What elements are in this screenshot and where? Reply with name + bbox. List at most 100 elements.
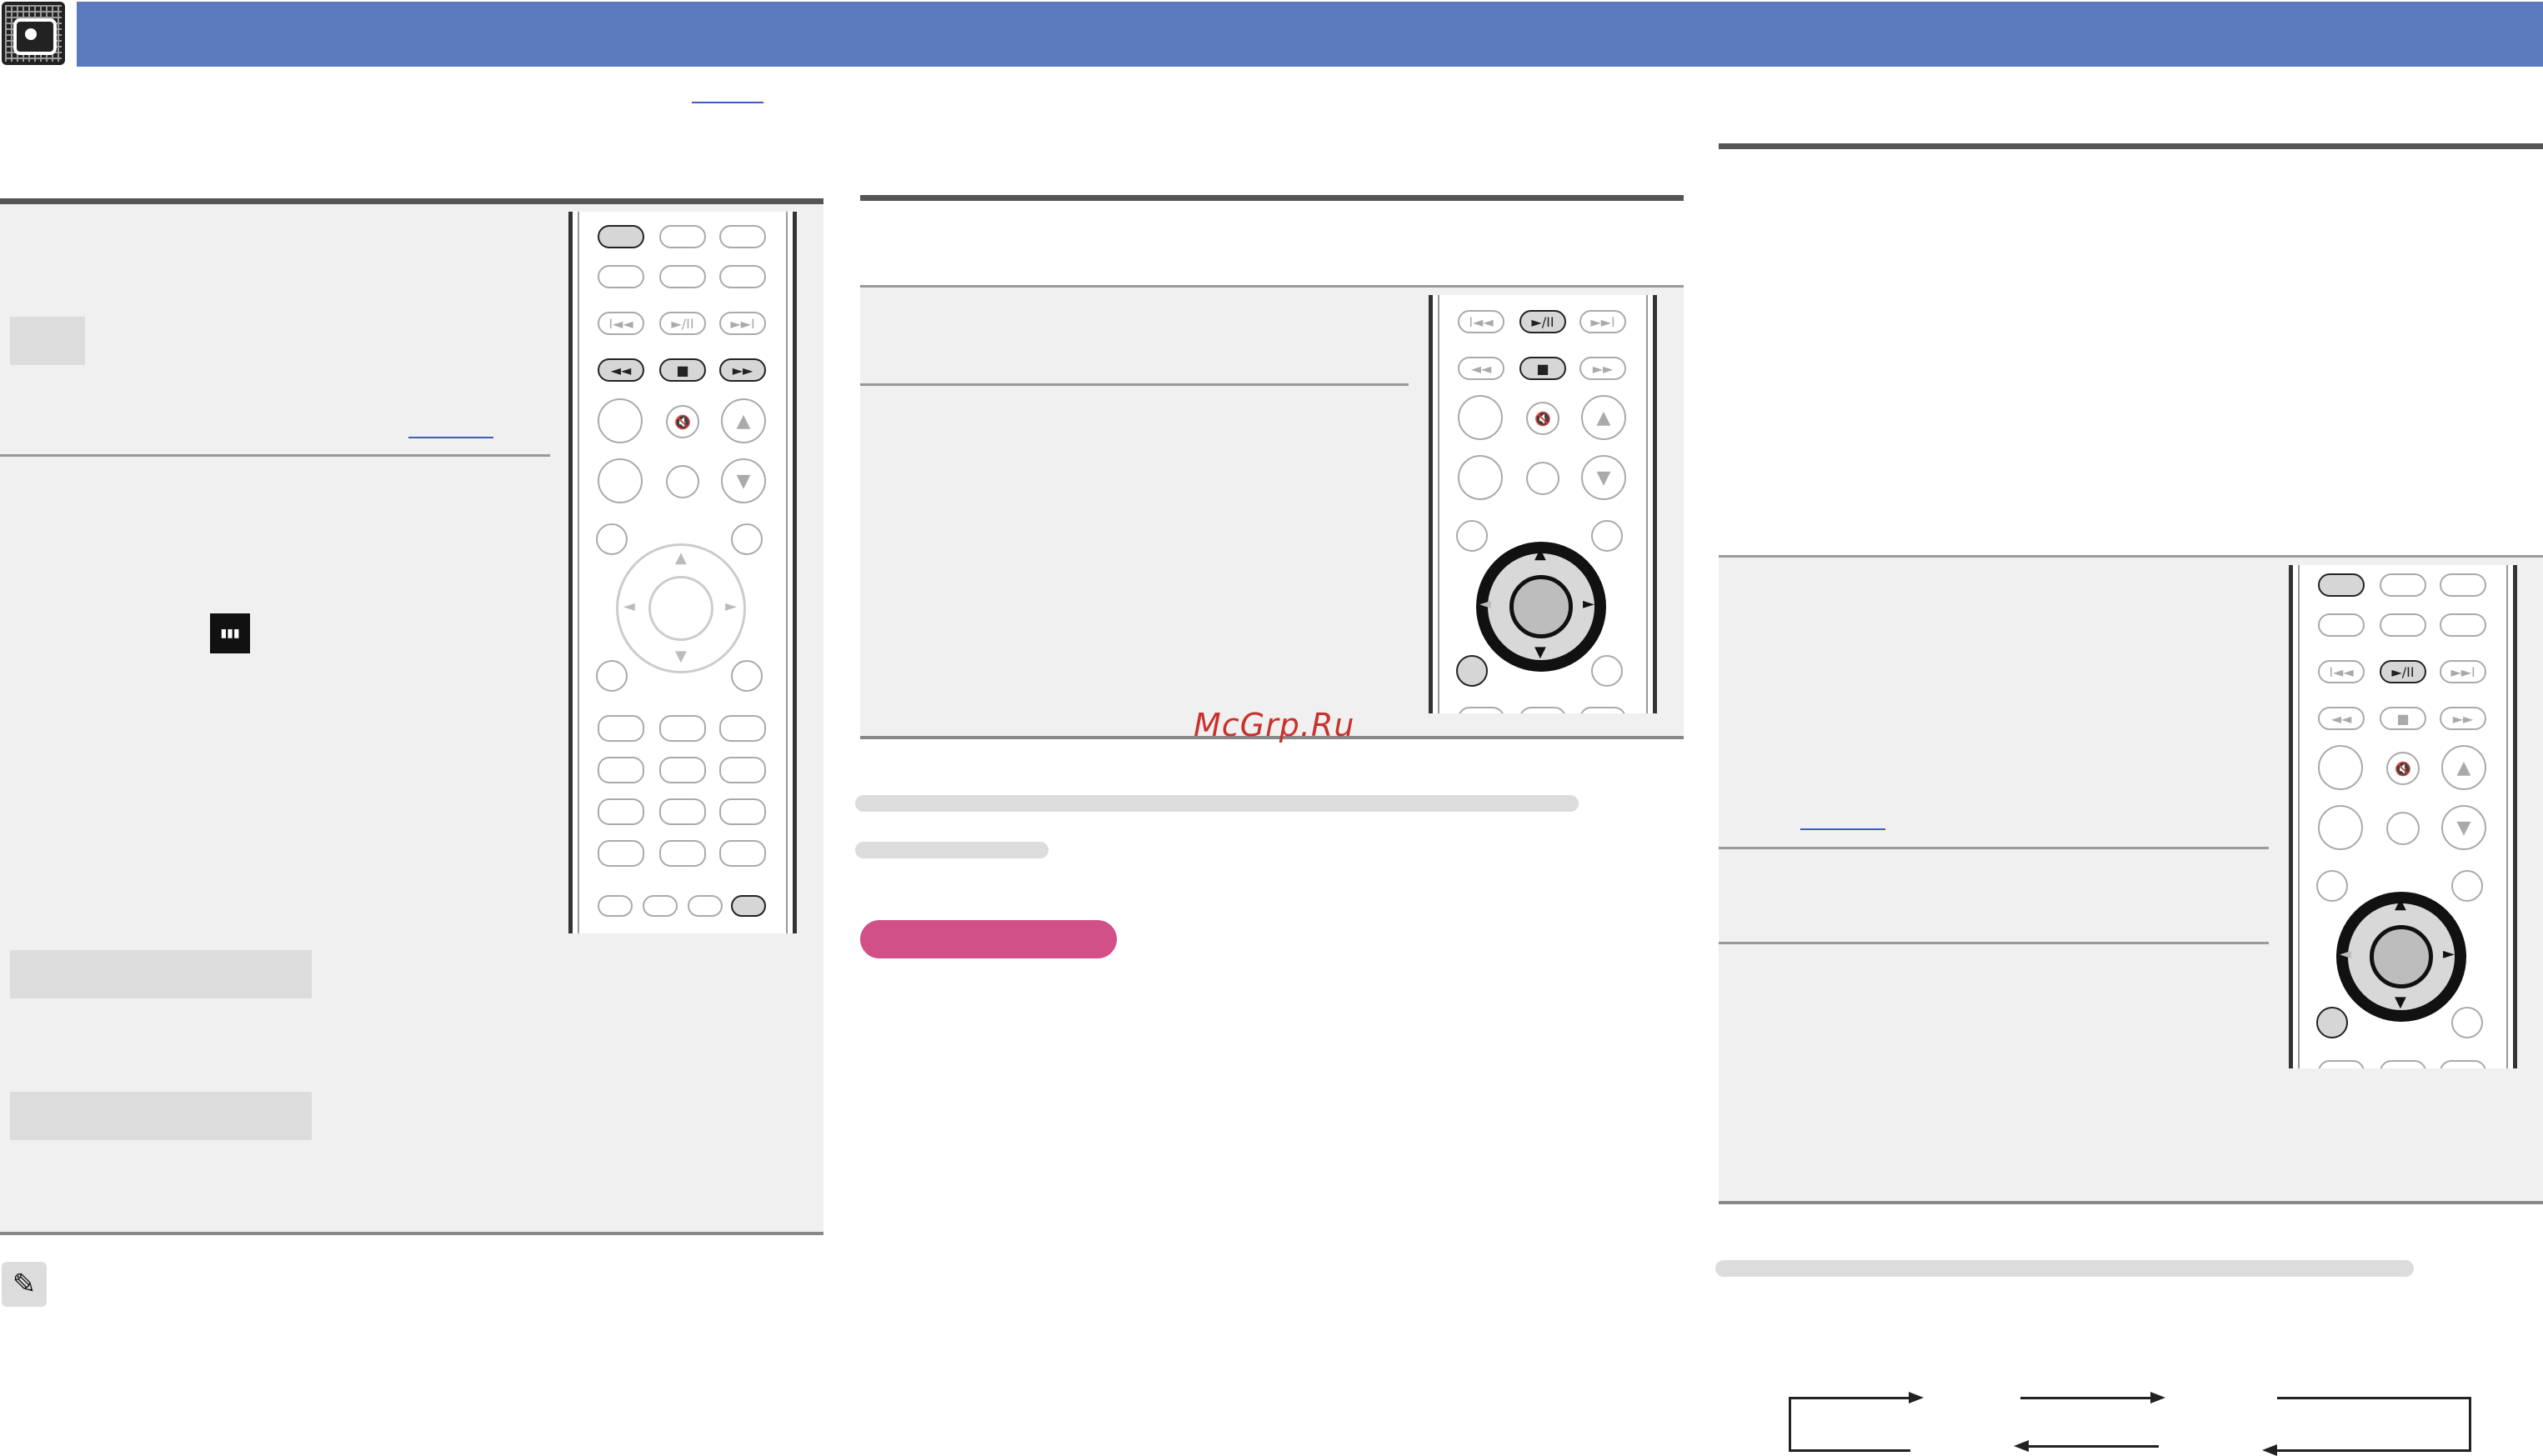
remote-small-button[interactable] bbox=[643, 895, 678, 917]
remote-round-button[interactable] bbox=[2318, 745, 2363, 790]
remote-button[interactable] bbox=[598, 715, 644, 742]
remote-dpad[interactable]: ▲ ▼ ◄ ► bbox=[616, 543, 746, 673]
volume-down-button[interactable]: ▼ bbox=[2441, 805, 2486, 850]
remote-source-button[interactable] bbox=[2318, 573, 2365, 597]
remote-small-button[interactable] bbox=[688, 895, 723, 917]
dpad-up-icon[interactable]: ▲ bbox=[675, 549, 687, 567]
remote-button[interactable] bbox=[719, 840, 766, 867]
return-button[interactable] bbox=[1456, 655, 1488, 687]
dpad-down-icon[interactable]: ▼ bbox=[1534, 643, 1546, 661]
remote-round-button[interactable] bbox=[2318, 805, 2363, 850]
remote-round-button[interactable] bbox=[1591, 655, 1623, 687]
enter-button[interactable] bbox=[2370, 925, 2433, 988]
remote-button[interactable] bbox=[2380, 573, 2426, 597]
volume-up-button[interactable]: ▲ bbox=[1581, 395, 1626, 440]
fast-forward-button[interactable]: ►► bbox=[2440, 707, 2486, 730]
remote-small-button[interactable] bbox=[598, 895, 633, 917]
play-pause-button[interactable]: ►/II bbox=[2380, 660, 2426, 683]
remote-button[interactable] bbox=[719, 757, 766, 783]
skip-back-button[interactable]: I◄◄ bbox=[598, 312, 644, 335]
dpad-down-icon[interactable]: ▼ bbox=[2395, 993, 2406, 1011]
remote-button[interactable] bbox=[598, 757, 644, 783]
dpad-left-icon[interactable]: ◄ bbox=[2340, 945, 2351, 963]
remote-button[interactable] bbox=[659, 798, 706, 825]
fast-forward-button[interactable]: ►► bbox=[1579, 357, 1626, 380]
remote-round-button[interactable] bbox=[596, 660, 628, 692]
remote-round-button[interactable] bbox=[596, 523, 628, 555]
remote-round-button[interactable] bbox=[731, 660, 763, 692]
mute-icon[interactable]: 🔇 bbox=[1526, 402, 1559, 435]
remote-button[interactable] bbox=[2318, 1060, 2365, 1068]
remote-button[interactable] bbox=[719, 265, 766, 288]
remote-round-button[interactable] bbox=[2316, 870, 2348, 902]
remote-round-button[interactable] bbox=[1456, 520, 1488, 552]
remote-round-button[interactable] bbox=[598, 458, 643, 503]
remote-round-button[interactable] bbox=[2451, 1007, 2483, 1038]
play-pause-button[interactable]: ►/II bbox=[1519, 310, 1566, 333]
stop-button[interactable]: ■ bbox=[659, 358, 706, 382]
remote-button[interactable] bbox=[1458, 707, 1504, 713]
remote-button[interactable] bbox=[2380, 1060, 2426, 1068]
remote-button[interactable] bbox=[2440, 573, 2486, 597]
play-pause-button[interactable]: ►/II bbox=[659, 312, 706, 335]
volume-down-button[interactable]: ▼ bbox=[721, 458, 766, 503]
dpad-down-icon[interactable]: ▼ bbox=[675, 648, 687, 665]
rewind-button[interactable]: ◄◄ bbox=[1458, 357, 1504, 380]
remote-button[interactable] bbox=[719, 225, 766, 248]
stop-button[interactable]: ■ bbox=[2380, 707, 2426, 730]
remote-button[interactable] bbox=[598, 798, 644, 825]
remote-button[interactable] bbox=[719, 715, 766, 742]
enter-button[interactable] bbox=[1509, 575, 1573, 638]
remote-round-button[interactable] bbox=[1458, 395, 1503, 440]
rewind-button[interactable]: ◄◄ bbox=[598, 358, 644, 382]
skip-back-button[interactable]: I◄◄ bbox=[1458, 310, 1504, 333]
remote-button[interactable] bbox=[2318, 613, 2365, 637]
left-reference-link[interactable] bbox=[408, 437, 493, 438]
remote-button[interactable] bbox=[659, 757, 706, 783]
remote-button[interactable] bbox=[1579, 707, 1626, 713]
remote-dpad-highlighted[interactable]: ▲ ▼ ◄ ► bbox=[2336, 892, 2466, 1022]
mute-icon[interactable]: 🔇 bbox=[2386, 752, 2420, 785]
remote-round-button[interactable] bbox=[731, 523, 763, 555]
dpad-left-icon[interactable]: ◄ bbox=[623, 598, 635, 615]
remote-dpad-highlighted[interactable]: ▲ ▼ ◄ ► bbox=[1476, 542, 1606, 672]
remote-button[interactable] bbox=[719, 798, 766, 825]
remote-small-button-active[interactable] bbox=[731, 895, 766, 917]
volume-up-button[interactable]: ▲ bbox=[2441, 745, 2486, 790]
skip-forward-button[interactable]: ►►I bbox=[2440, 660, 2486, 683]
remote-button[interactable] bbox=[659, 715, 706, 742]
remote-button[interactable] bbox=[659, 225, 706, 248]
mute-icon[interactable]: 🔇 bbox=[666, 405, 699, 438]
page-reference-link[interactable] bbox=[692, 102, 763, 103]
remote-button[interactable] bbox=[2440, 1060, 2486, 1068]
volume-down-button[interactable]: ▼ bbox=[1581, 455, 1626, 500]
rewind-button[interactable]: ◄◄ bbox=[2318, 707, 2365, 730]
skip-back-button[interactable]: I◄◄ bbox=[2318, 660, 2365, 683]
dpad-up-icon[interactable]: ▲ bbox=[2395, 895, 2406, 913]
right-reference-link[interactable] bbox=[1800, 828, 1885, 830]
remote-button[interactable] bbox=[2440, 613, 2486, 637]
remote-round-button[interactable] bbox=[2451, 870, 2483, 902]
skip-forward-button[interactable]: ►►I bbox=[719, 312, 766, 335]
enter-button[interactable] bbox=[648, 576, 713, 641]
remote-button[interactable] bbox=[598, 265, 644, 288]
remote-round-button[interactable] bbox=[1526, 462, 1559, 495]
dpad-right-icon[interactable]: ► bbox=[2443, 945, 2455, 963]
remote-round-button[interactable] bbox=[2386, 812, 2420, 845]
dpad-left-icon[interactable]: ◄ bbox=[1479, 595, 1491, 613]
dpad-right-icon[interactable]: ► bbox=[725, 598, 737, 615]
stop-button[interactable]: ■ bbox=[1519, 357, 1566, 380]
fast-forward-button[interactable]: ►► bbox=[719, 358, 766, 382]
remote-round-button[interactable] bbox=[1458, 455, 1503, 500]
remote-button[interactable] bbox=[659, 265, 706, 288]
remote-button[interactable] bbox=[659, 840, 706, 867]
remote-button[interactable] bbox=[1519, 707, 1566, 713]
return-button[interactable] bbox=[2316, 1007, 2348, 1038]
dpad-right-icon[interactable]: ► bbox=[1583, 595, 1594, 613]
remote-button[interactable] bbox=[598, 840, 644, 867]
remote-button[interactable] bbox=[2380, 613, 2426, 637]
volume-up-button[interactable]: ▲ bbox=[721, 398, 766, 443]
dpad-up-icon[interactable]: ▲ bbox=[1534, 545, 1546, 563]
remote-source-button[interactable] bbox=[598, 225, 644, 248]
skip-forward-button[interactable]: ►►I bbox=[1579, 310, 1626, 333]
